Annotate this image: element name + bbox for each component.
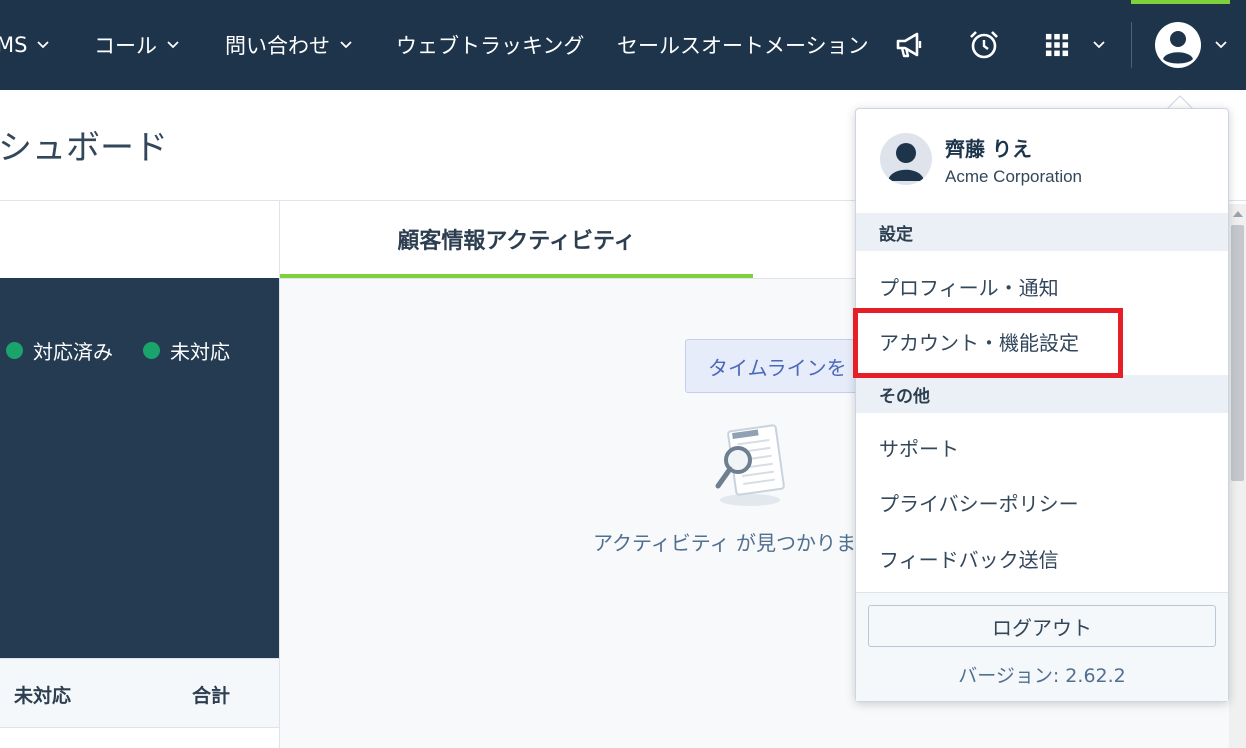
scrollbar-thumb[interactable] xyxy=(1231,225,1244,481)
user-dropdown-menu: 齊藤 りえ Acme Corporation 設定 プロフィール・通知 アカウン… xyxy=(855,108,1229,702)
menu-item-send-feedback[interactable]: フィードバック送信 xyxy=(856,531,1228,586)
nav-item-inquiries[interactable]: 問い合わせ xyxy=(225,0,352,90)
nav-item-label: ウェブトラッキング xyxy=(396,34,585,58)
legend-dot xyxy=(6,342,23,359)
dropdown-footer: ログアウト バージョン: 2.62.2 xyxy=(856,592,1228,701)
section-header-settings: 設定 xyxy=(856,213,1228,251)
legend-item-handled[interactable]: 対応済み xyxy=(6,336,113,365)
logout-button[interactable]: ログアウト xyxy=(868,605,1216,647)
user-info: 齊藤 りえ Acme Corporation xyxy=(856,109,1228,213)
empty-search-icon xyxy=(710,420,790,510)
menu-item-support[interactable]: サポート xyxy=(856,420,1228,475)
nav-item-label: 問い合わせ xyxy=(225,34,330,58)
nav-item-label: MS xyxy=(0,33,28,57)
legend-dot xyxy=(143,342,160,359)
chevron-down-icon xyxy=(167,41,179,49)
megaphone-icon[interactable] xyxy=(890,26,928,64)
table-header: 未対応 合計 xyxy=(0,658,279,728)
nav-item-label: コール xyxy=(94,34,157,58)
user-company: Acme Corporation xyxy=(945,167,1083,186)
user-name: 齊藤 りえ xyxy=(945,137,1032,161)
alarm-clock-icon[interactable] xyxy=(965,26,1003,64)
dropdown-caret xyxy=(1166,95,1194,110)
chevron-down-icon xyxy=(1093,36,1105,54)
tab-customer-activity[interactable]: 顧客情報アクティビティ xyxy=(280,200,753,278)
menu-item-profile-notifications[interactable]: プロフィール・通知 xyxy=(856,259,1228,314)
scroll-up-arrow-icon[interactable] xyxy=(1231,207,1244,221)
version-label: バージョン: 2.62.2 xyxy=(958,665,1126,687)
avatar xyxy=(880,133,932,185)
nav-item-web-tracking[interactable]: ウェブトラッキング xyxy=(396,0,584,90)
legend-item-unhandled[interactable]: 未対応 xyxy=(143,336,230,365)
nav-item-sales-automation[interactable]: セールスオートメーション xyxy=(617,0,869,90)
column-header-total[interactable]: 合計 xyxy=(192,681,230,708)
active-indicator xyxy=(1131,0,1230,4)
chart-panel xyxy=(0,278,279,658)
nav-item-label: セールスオートメーション xyxy=(617,34,869,58)
user-avatar-icon[interactable] xyxy=(1154,21,1234,69)
chevron-down-icon xyxy=(1215,36,1227,54)
menu-item-privacy-policy[interactable]: プライバシーポリシー xyxy=(856,475,1228,530)
apps-grid-icon[interactable] xyxy=(1045,26,1105,64)
empty-state-message: アクティビティ が見つかりま xyxy=(593,531,856,555)
nav-item-calls[interactable]: コール xyxy=(94,0,179,90)
chevron-down-icon xyxy=(340,41,352,49)
nav-item-sms[interactable]: MS xyxy=(0,0,50,90)
section-header-other: その他 xyxy=(856,375,1228,413)
chevron-down-icon xyxy=(37,41,50,49)
page-title: ダッシュボード xyxy=(0,128,168,168)
tab-active-underline xyxy=(280,274,753,278)
nav-divider xyxy=(1131,22,1132,68)
top-navigation-bar: MS コール 問い合わせ ウェブトラッキング セールスオートメーション xyxy=(0,0,1246,90)
highlight-annotation xyxy=(853,308,1123,378)
column-header-unhandled[interactable]: 未対応 xyxy=(14,681,71,708)
